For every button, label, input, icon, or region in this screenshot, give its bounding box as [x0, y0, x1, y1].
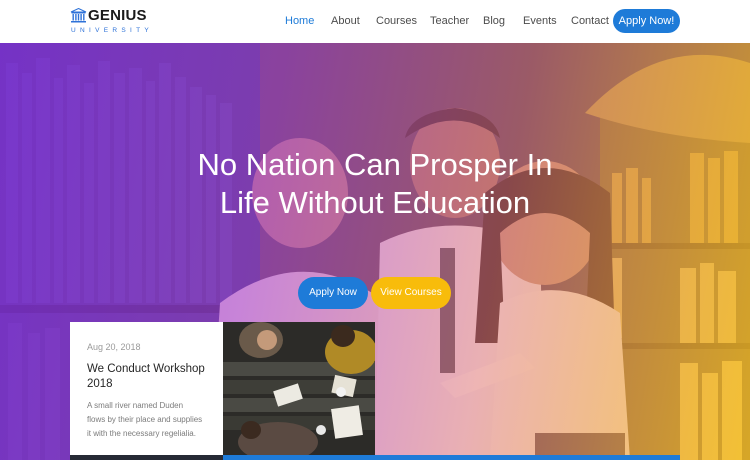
event-title-line-1: We Conduct Workshop [87, 363, 205, 375]
event-title[interactable]: We Conduct Workshop 2018 [87, 362, 207, 392]
event-description-line-1: A small river named Duden [87, 401, 184, 410]
nav-blog-link[interactable]: Blog [483, 15, 505, 28]
top-navbar: GENIUS UNIVERSITY Home About Courses Tea… [0, 0, 750, 43]
nav-teacher-link[interactable]: Teacher [430, 15, 469, 28]
event-description-line-2: flows by their place and supplies [87, 415, 203, 424]
event-workshop-photo[interactable] [223, 322, 375, 455]
nav-home-link[interactable]: Home [285, 15, 314, 28]
hero-heading-line-1: No Nation Can Prosper In [197, 147, 553, 182]
event-date: Aug 20, 2018 [87, 342, 141, 352]
hero-heading: No Nation Can Prosper In Life Without Ed… [150, 146, 600, 222]
brand-subtitle: UNIVERSITY [71, 27, 154, 34]
event-description: A small river named Duden flows by their… [87, 399, 207, 441]
brand-logo[interactable]: GENIUS UNIVERSITY [70, 7, 150, 37]
university-building-icon [70, 8, 87, 23]
apply-now-hero-button[interactable]: Apply Now [298, 277, 368, 309]
event-title-line-2: 2018 [87, 378, 113, 390]
event-card-bottom-bar [70, 455, 223, 460]
view-courses-button[interactable]: View Courses [371, 277, 451, 309]
nav-events-link[interactable]: Events [523, 15, 557, 28]
section-bottom-blue-bar [223, 455, 680, 460]
nav-courses-link[interactable]: Courses [376, 15, 417, 28]
nav-about-link[interactable]: About [331, 15, 360, 28]
nav-contact-link[interactable]: Contact [571, 15, 609, 28]
brand-name: GENIUS [88, 7, 147, 24]
hero-heading-line-2: Life Without Education [219, 185, 531, 220]
event-description-line-3: it with the necessary regelialia. [87, 429, 196, 438]
apply-now-nav-button[interactable]: Apply Now! [613, 9, 680, 33]
workshop-photo-art [223, 322, 375, 455]
event-card[interactable]: Aug 20, 2018 We Conduct Workshop 2018 A … [70, 322, 223, 455]
